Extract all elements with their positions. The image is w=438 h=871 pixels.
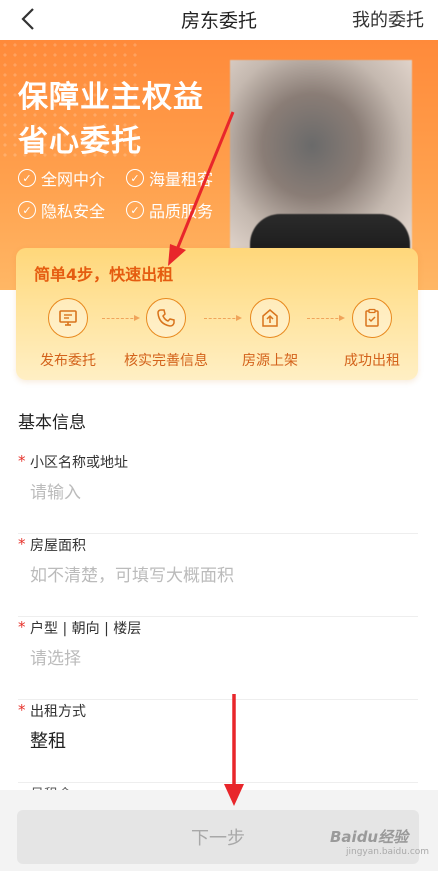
step-label: 核实完善信息 [124,353,208,369]
upload-icon [250,298,290,338]
field-layout-orientation-floor[interactable]: * 户型 | 朝向 | 楼层 请选择 [18,618,418,700]
step-item: 发布委托 [18,298,118,370]
steps-card: 简单4步，快速出租 发布委托 核实完善信息 房源上架 成功出租 [16,248,418,380]
field-community-address[interactable]: * 小区名称或地址 请输入 [18,452,418,534]
watermark-brand: Baidu经验 [330,828,409,846]
field-house-area[interactable]: * 房屋面积 如不清楚，可填写大概面积 [18,535,418,617]
step-label: 成功出租 [344,353,400,369]
agent-photo-blurred [230,60,412,258]
field-rental-method[interactable]: * 出租方式 整租 [18,701,418,783]
step-item: 房源上架 [220,298,320,370]
feature-label: 全网中介 [41,170,106,189]
check-circle-icon: ✓ [126,201,144,219]
my-entrust-link[interactable]: 我的委托 [352,6,424,32]
feature-label: 隐私安全 [41,202,106,221]
step-item: 成功出租 [322,298,422,370]
baidu-watermark: Baidu经验 jingyan.baidu.com [330,826,429,857]
clipboard-check-icon [352,298,392,338]
house-area-input[interactable]: 如不清楚，可填写大概面积 [30,561,234,586]
check-circle-icon: ✓ [18,201,36,219]
rental-method-select[interactable]: 整租 [30,727,66,753]
field-label: 小区名称或地址 [30,455,128,471]
watermark-url: jingyan.baidu.com [346,847,430,857]
phone-icon [146,298,186,338]
section-title-basic-info: 基本信息 [18,413,86,433]
field-label: 户型 | 朝向 | 楼层 [30,621,142,637]
check-circle-icon: ✓ [126,169,144,187]
steps-title: 简单4步，快速出租 [34,265,174,284]
nav-bar: 房东委托 我的委托 [0,0,438,40]
community-address-input[interactable]: 请输入 [30,478,81,503]
field-label: 房屋面积 [30,538,86,554]
check-circle-icon: ✓ [18,169,36,187]
required-asterisk: * [18,618,26,636]
feature-item: ✓ 品质服务 [126,198,213,222]
required-asterisk: * [18,535,26,553]
feature-item: ✓ 全网中介 [18,166,105,190]
hero-headline-2: 省心委托 [18,124,142,159]
feature-item: ✓ 海量租客 [126,166,213,190]
monitor-icon [48,298,88,338]
feature-label: 品质服务 [149,202,214,221]
field-label: 出租方式 [30,704,86,720]
hero-headline-1: 保障业主权益 [18,80,204,115]
step-label: 发布委托 [40,353,96,369]
feature-item: ✓ 隐私安全 [18,198,105,222]
feature-label: 海量租客 [149,170,214,189]
required-asterisk: * [18,452,26,470]
required-asterisk: * [18,701,26,719]
layout-select[interactable]: 请选择 [30,644,81,669]
step-label: 房源上架 [242,353,298,369]
step-item: 核实完善信息 [116,298,216,370]
